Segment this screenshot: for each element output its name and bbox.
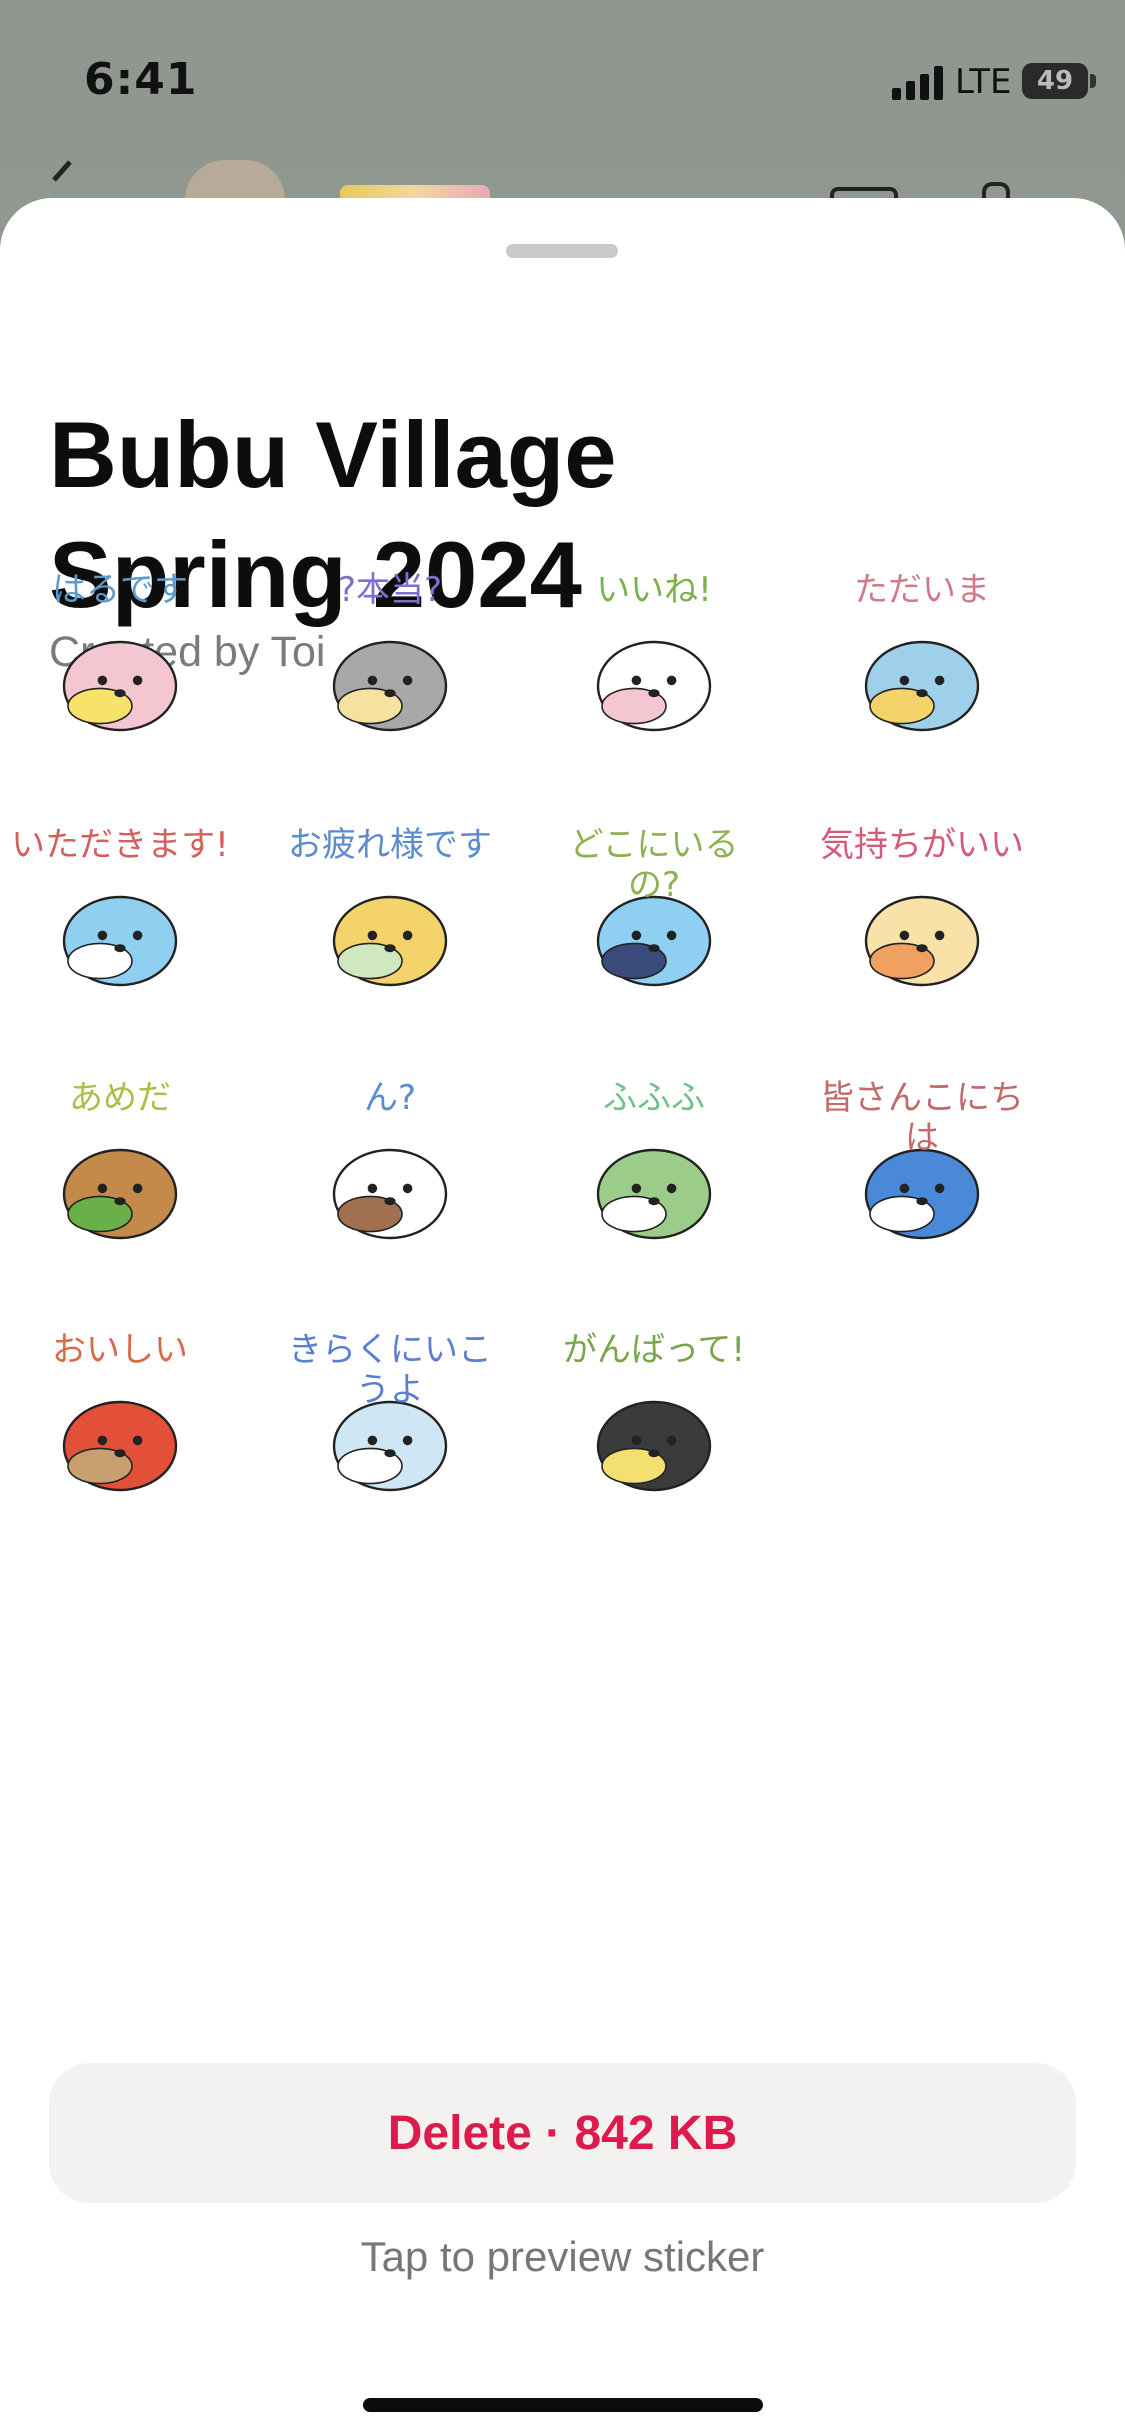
pack-title-line1: Bubu Village — [49, 402, 617, 507]
sticker-microphone-blue[interactable]: 皆さんこにちは — [812, 1078, 1032, 1293]
sticker-caption: がんばって! — [563, 1330, 745, 1370]
sticker-pink-hood-seal[interactable]: はるです — [10, 570, 230, 785]
sticker-caption: いただきます! — [11, 825, 229, 865]
sticker-art — [864, 895, 980, 987]
preview-hint: Tap to preview sticker — [360, 2233, 765, 2280]
sticker-caption: お疲れ様です — [288, 825, 492, 865]
home-indicator — [363, 2398, 763, 2412]
sticker-red-octopus[interactable]: おいしい — [10, 1330, 230, 1545]
sticker-art — [596, 640, 712, 732]
sticker-caption: どこにいるの? — [569, 825, 739, 905]
signal-icon — [892, 66, 943, 100]
sticker-sleeping-bear[interactable]: お疲れ様です — [280, 825, 500, 1040]
sticker-caption: ふふふ — [603, 1078, 705, 1118]
sticker-penguin-flag[interactable]: がんばって! — [544, 1330, 764, 1545]
sticker-art — [332, 640, 448, 732]
sticker-gray-bear[interactable]: ?本当? — [280, 570, 500, 785]
delete-button[interactable]: Delete · 842 KB — [49, 2063, 1076, 2203]
sticker-caption: ただいま — [854, 570, 990, 610]
battery-tip — [1090, 74, 1096, 88]
status-bar: 6:41 LTE 49 — [0, 0, 1125, 170]
sticker-art — [332, 895, 448, 987]
sticker-caption: 気持ちがいい — [820, 825, 1024, 865]
network-label: LTE — [955, 62, 1012, 102]
sticker-art — [62, 640, 178, 732]
sticker-caption: きらくにいこうよ — [288, 1330, 492, 1410]
sticker-caption: 皆さんこにちは — [820, 1078, 1024, 1158]
sticker-lily-pad[interactable]: ふふふ — [544, 1078, 764, 1293]
sticker-caption: いいね! — [596, 570, 712, 610]
status-time: 6:41 — [84, 54, 198, 105]
sticker-art — [62, 1400, 178, 1492]
back-chevron-icon — [52, 160, 72, 182]
battery-icon: 49 — [1022, 63, 1088, 99]
sticker-art — [62, 895, 178, 987]
sticker-blue-fish-house[interactable]: ただいま — [812, 570, 1032, 785]
sticker-art — [62, 1148, 178, 1240]
sticker-caption: おいしい — [52, 1330, 188, 1370]
sticker-pack-sheet: Bubu Village Spring 2024 Created by Toi … — [0, 198, 1125, 2436]
sticker-white-horse[interactable]: いいね! — [544, 570, 764, 785]
sticker-caption: ?本当? — [337, 570, 443, 610]
sticker-white-dog[interactable]: ん? — [280, 1078, 500, 1293]
sticker-leaf-rain[interactable]: あめだ — [10, 1078, 230, 1293]
sticker-art — [332, 1148, 448, 1240]
sticker-whale-cake[interactable]: いただきます! — [10, 825, 230, 1040]
sticker-art — [596, 1400, 712, 1492]
sticker-astronaut-seal[interactable]: きらくにいこうよ — [280, 1330, 500, 1545]
sticker-caption: ん? — [363, 1078, 417, 1118]
sheet-grabber[interactable] — [506, 244, 618, 258]
sticker-yellow-blob[interactable]: 気持ちがいい — [812, 825, 1032, 1040]
sticker-art — [864, 640, 980, 732]
sticker-caption: はるです — [52, 570, 188, 610]
sticker-blue-phone[interactable]: どこにいるの? — [544, 825, 764, 1040]
emoji-strip — [340, 185, 490, 199]
sticker-caption: あめだ — [69, 1078, 171, 1118]
sticker-art — [596, 1148, 712, 1240]
